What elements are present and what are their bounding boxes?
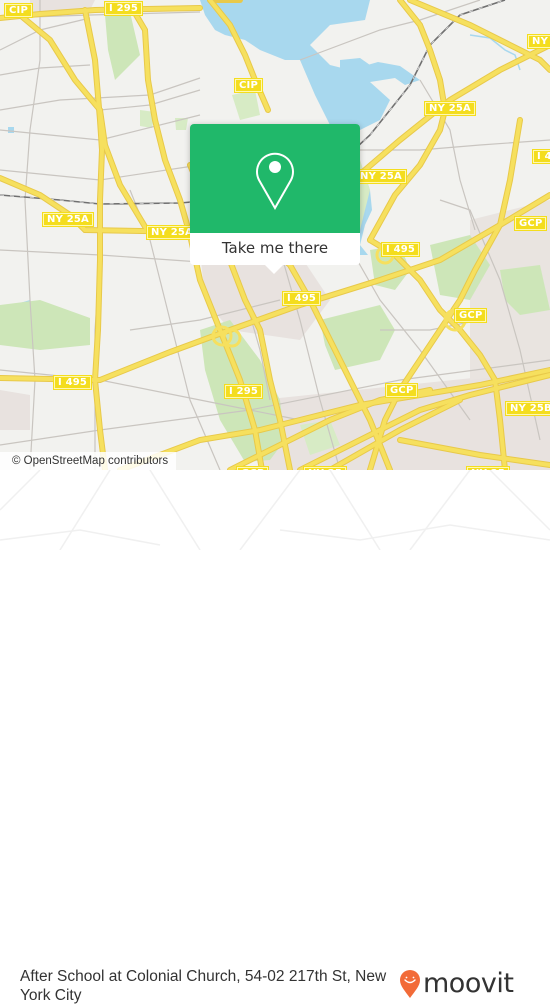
moovit-logo[interactable]: moovit (399, 968, 514, 999)
road-label-ny25a: NY 25A (424, 101, 476, 116)
popup-pointer (265, 265, 283, 274)
footer: After School at Colonial Church, 54-02 2… (0, 470, 550, 1004)
park (105, 12, 140, 80)
location-popup[interactable]: Take me there (190, 124, 360, 274)
road-label-i495: I 495 (282, 291, 322, 306)
map-pin-icon (256, 152, 294, 210)
footer-background-pattern (0, 470, 550, 550)
park (0, 300, 90, 350)
road-label-i295: I 295 (224, 384, 264, 399)
road-label-i495: I 495 (381, 242, 421, 257)
road-label-ny25b: NY 25B (505, 401, 550, 416)
pond-water (8, 127, 14, 133)
road-label-i4: I 4 (532, 149, 550, 164)
road-label-ny25a: NY 25A (355, 169, 407, 184)
road-label-gcp: GCP (514, 216, 548, 231)
road-label-gcp: GCP (385, 383, 419, 398)
road-label-ny25a: NY 25A (42, 212, 94, 227)
urban-area (0, 390, 30, 430)
road-label-cip: CIP (234, 78, 263, 93)
road-label-i495: I 495 (53, 375, 93, 390)
road-label-cip: CIP (4, 3, 33, 18)
road-label-i295: I 295 (104, 1, 144, 16)
park (232, 90, 260, 120)
place-name: After School at Colonial Church, 54-02 2… (20, 968, 387, 1004)
moovit-pin-icon (400, 970, 420, 998)
map-view[interactable]: CIP I 295 CIP NY 25A NY NY 25A NY 25A NY… (0, 0, 550, 470)
map-attribution[interactable]: © OpenStreetMap contributors (0, 452, 177, 470)
moovit-wordmark: moovit (423, 968, 514, 999)
popup-header[interactable] (190, 124, 360, 233)
take-me-there-button[interactable]: Take me there (190, 233, 360, 265)
road-label-gcp: GCP (454, 308, 488, 323)
road-label-ny: NY (527, 34, 550, 49)
